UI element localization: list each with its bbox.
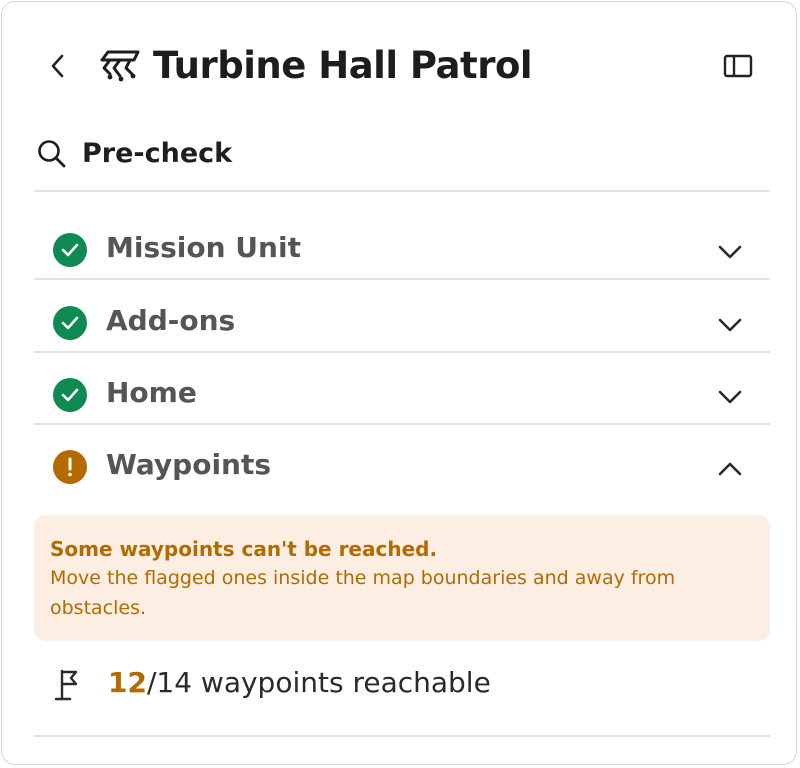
checkmark-icon	[61, 316, 79, 330]
divider	[34, 190, 770, 192]
alert-message: Move the flagged ones inside the map bou…	[50, 567, 676, 619]
search-icon	[38, 140, 66, 168]
chevron-up-icon[interactable]	[714, 453, 746, 485]
back-button[interactable]	[40, 48, 76, 84]
check-row-add-ons[interactable]: Add-ons	[34, 287, 770, 357]
precheck-panel: Turbine Hall Patrol Pre-check Mission Un…	[1, 1, 797, 765]
divider	[34, 351, 770, 353]
waypoint-warning-alert: Some waypoints can't be reached. Move th…	[34, 515, 770, 641]
status-ok-icon	[53, 306, 87, 340]
precheck-title: Pre-check	[82, 138, 233, 169]
check-row-waypoints[interactable]: Waypoints	[34, 431, 770, 501]
waypoints-reachable-text: 12/14 waypoints reachable	[108, 666, 491, 699]
flag-icon	[54, 669, 78, 701]
divider	[34, 423, 770, 425]
checkmark-icon	[61, 388, 79, 402]
check-row-home[interactable]: Home	[34, 359, 770, 429]
check-label: Add-ons	[106, 304, 236, 337]
checkmark-icon	[61, 243, 79, 257]
divider	[34, 278, 770, 280]
robot-dog-icon	[100, 50, 140, 82]
check-label: Waypoints	[106, 448, 272, 481]
exclamation-icon	[68, 457, 72, 477]
precheck-header: Pre-check	[34, 130, 770, 192]
divider	[34, 735, 770, 737]
status-ok-icon	[53, 233, 87, 267]
alert-title: Some waypoints can't be reached.	[50, 537, 438, 561]
reachable-total: /14 waypoints reachable	[146, 666, 491, 699]
check-label: Home	[106, 376, 197, 409]
check-row-mission-unit[interactable]: Mission Unit	[34, 214, 770, 284]
status-ok-icon	[53, 378, 87, 412]
waypoints-reachable-row: 12/14 waypoints reachable	[34, 658, 770, 718]
sidebar-panel-icon	[723, 54, 753, 78]
sidebar-toggle-button[interactable]	[718, 48, 758, 84]
page-title: Turbine Hall Patrol	[153, 44, 533, 87]
status-warning-icon	[53, 450, 87, 484]
check-label: Mission Unit	[106, 231, 301, 264]
chevron-down-icon[interactable]	[714, 309, 746, 341]
chevron-left-icon	[51, 54, 64, 78]
reachable-count: 12	[108, 666, 147, 699]
panel-header: Turbine Hall Patrol	[2, 2, 796, 132]
chevron-down-icon[interactable]	[714, 381, 746, 413]
chevron-down-icon[interactable]	[714, 236, 746, 268]
